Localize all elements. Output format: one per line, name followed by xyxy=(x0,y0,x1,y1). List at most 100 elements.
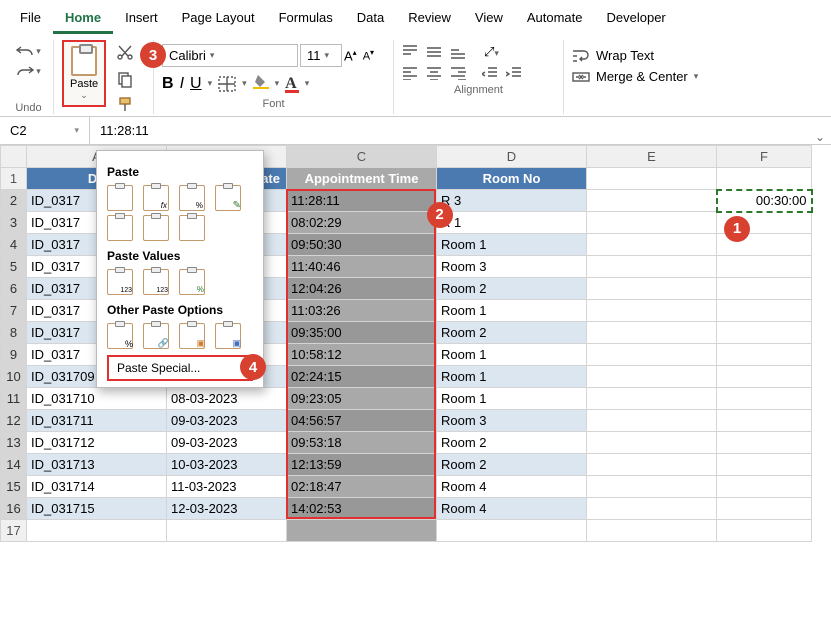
cell[interactable] xyxy=(587,234,717,256)
cell[interactable] xyxy=(717,388,812,410)
row-header[interactable]: 5 xyxy=(1,256,27,278)
cell[interactable] xyxy=(437,520,587,542)
cell[interactable] xyxy=(717,366,812,388)
cell[interactable]: 11:28:11 xyxy=(287,190,437,212)
cell[interactable] xyxy=(717,344,812,366)
paste-link[interactable]: 🔗 xyxy=(143,323,169,349)
cell[interactable] xyxy=(587,300,717,322)
cell[interactable]: ID_031711 xyxy=(27,410,167,432)
cell[interactable]: Room 4 xyxy=(437,498,587,520)
select-all-corner[interactable] xyxy=(1,146,27,168)
cell[interactable] xyxy=(717,520,812,542)
row-header[interactable]: 2 xyxy=(1,190,27,212)
tab-automate[interactable]: Automate xyxy=(515,4,595,34)
align-top-icon[interactable] xyxy=(402,45,418,59)
cell[interactable] xyxy=(717,322,812,344)
col-header-C[interactable]: C xyxy=(287,146,437,168)
row-header[interactable]: 15 xyxy=(1,476,27,498)
tab-home[interactable]: Home xyxy=(53,4,113,34)
cell[interactable] xyxy=(587,410,717,432)
cell[interactable]: Room 2 xyxy=(437,278,587,300)
row-header[interactable]: 8 xyxy=(1,322,27,344)
cell[interactable] xyxy=(717,476,812,498)
cell[interactable]: ID_031713 xyxy=(27,454,167,476)
cell[interactable] xyxy=(587,498,717,520)
row-header[interactable]: 10 xyxy=(1,366,27,388)
cell[interactable] xyxy=(27,520,167,542)
merge-center-button[interactable]: Merge & Center ▾ xyxy=(572,69,698,84)
underline-button[interactable]: U xyxy=(190,75,202,93)
borders-icon[interactable] xyxy=(218,76,236,92)
align-right-icon[interactable] xyxy=(450,66,466,80)
grow-font-icon[interactable]: A▴ xyxy=(344,48,357,63)
cell[interactable]: Room 2 xyxy=(437,454,587,476)
cell[interactable]: Room 1 xyxy=(437,388,587,410)
cell[interactable]: 09-03-2023 xyxy=(167,410,287,432)
font-name-combo[interactable]: Calibri▾ xyxy=(162,44,298,67)
cell[interactable] xyxy=(717,432,812,454)
cell[interactable]: R 3 xyxy=(437,190,587,212)
undo-button[interactable]: ▾ xyxy=(16,44,41,58)
collapse-ribbon-icon[interactable]: ⌄ xyxy=(815,130,825,144)
cell[interactable] xyxy=(587,454,717,476)
cell[interactable]: 04:56:57 xyxy=(287,410,437,432)
row-header[interactable]: 3 xyxy=(1,212,27,234)
wrap-text-button[interactable]: Wrap Text xyxy=(572,48,698,63)
paste-picture[interactable]: ▣ xyxy=(179,323,205,349)
cell[interactable] xyxy=(717,168,812,190)
cell[interactable] xyxy=(587,190,717,212)
cell[interactable]: Room 1 xyxy=(437,300,587,322)
paste-option-formulas-format[interactable]: % xyxy=(179,185,205,211)
tab-insert[interactable]: Insert xyxy=(113,4,170,34)
cell[interactable]: 08-03-2023 xyxy=(167,388,287,410)
cell[interactable] xyxy=(587,388,717,410)
align-middle-icon[interactable] xyxy=(426,45,442,59)
cell[interactable] xyxy=(717,410,812,432)
format-painter-icon[interactable] xyxy=(116,96,134,114)
font-color-icon[interactable]: A xyxy=(285,75,299,93)
fill-color-icon[interactable] xyxy=(253,73,269,94)
cell[interactable]: 09:23:05 xyxy=(287,388,437,410)
cell[interactable]: Room 2 xyxy=(437,432,587,454)
paste-option-source-format[interactable]: ✎ xyxy=(215,185,241,211)
cell[interactable]: ID_031712 xyxy=(27,432,167,454)
cell[interactable]: ID_031710 xyxy=(27,388,167,410)
decrease-indent-icon[interactable] xyxy=(482,66,498,80)
cell[interactable] xyxy=(717,278,812,300)
cell[interactable]: 09:53:18 xyxy=(287,432,437,454)
paste-option-formulas[interactable]: fx xyxy=(143,185,169,211)
cell[interactable]: 12:13:59 xyxy=(287,454,437,476)
paste-special-item[interactable]: Paste Special... xyxy=(107,355,253,381)
cell[interactable] xyxy=(287,520,437,542)
cell[interactable] xyxy=(717,256,812,278)
cell[interactable]: 10:58:12 xyxy=(287,344,437,366)
cell[interactable] xyxy=(587,476,717,498)
cell[interactable] xyxy=(587,322,717,344)
row-header[interactable]: 16 xyxy=(1,498,27,520)
cell[interactable]: Room 3 xyxy=(437,256,587,278)
row-header[interactable]: 11 xyxy=(1,388,27,410)
tab-developer[interactable]: Developer xyxy=(595,4,678,34)
paste-option-all[interactable] xyxy=(107,185,133,211)
paste-option-noborders[interactable] xyxy=(107,215,133,241)
italic-button[interactable]: I xyxy=(180,75,184,93)
orientation-icon[interactable]: ⤢▾ xyxy=(484,44,499,60)
cell[interactable]: 10-03-2023 xyxy=(167,454,287,476)
row-header[interactable]: 6 xyxy=(1,278,27,300)
cell[interactable]: 12:04:26 xyxy=(287,278,437,300)
cell[interactable]: Room 1 xyxy=(437,234,587,256)
paste-option-transpose[interactable] xyxy=(179,215,205,241)
cell[interactable] xyxy=(587,278,717,300)
copy-icon[interactable] xyxy=(116,70,134,88)
col-header-D[interactable]: D xyxy=(437,146,587,168)
cell[interactable]: 11-03-2023 xyxy=(167,476,287,498)
col-header-E[interactable]: E xyxy=(587,146,717,168)
cell[interactable]: 09:50:30 xyxy=(287,234,437,256)
paste-option-widths[interactable] xyxy=(143,215,169,241)
tab-pagelayout[interactable]: Page Layout xyxy=(170,4,267,34)
cell[interactable] xyxy=(587,168,717,190)
align-center-icon[interactable] xyxy=(426,66,442,80)
cell[interactable] xyxy=(587,520,717,542)
row-header[interactable]: 17 xyxy=(1,520,27,542)
tab-data[interactable]: Data xyxy=(345,4,396,34)
